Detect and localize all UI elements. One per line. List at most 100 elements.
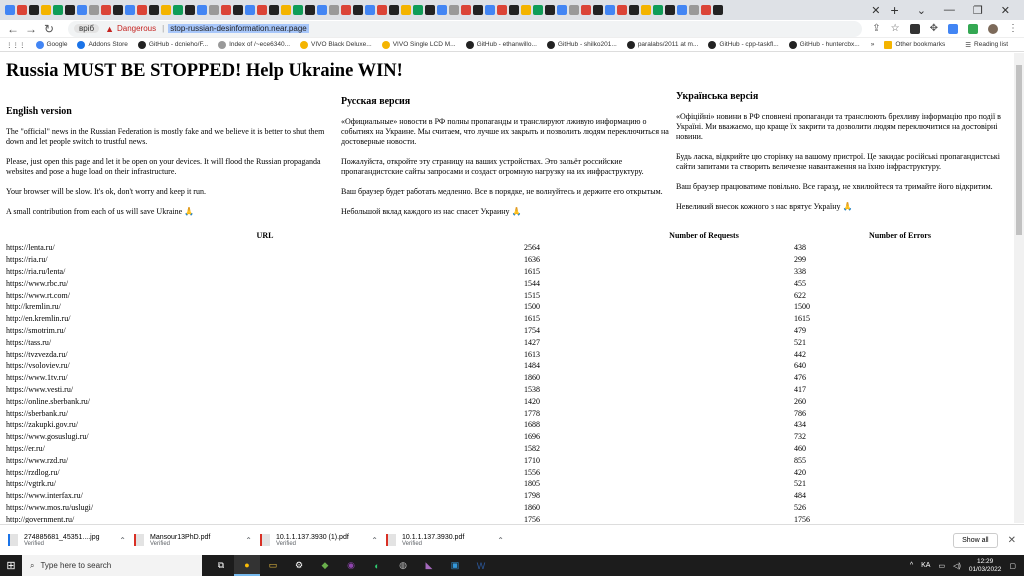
clock[interactable]: 12:29 01/03/2022	[969, 558, 1002, 574]
show-all-button[interactable]: Show all	[953, 532, 998, 548]
tab-favicon-icon[interactable]	[221, 5, 231, 15]
download-item[interactable]: Mansour13PhD.pdf Verified ⌃	[134, 534, 258, 547]
tab-favicon-icon[interactable]	[77, 5, 87, 15]
tab-favicon-icon[interactable]	[197, 5, 207, 15]
settings-icon[interactable]: ⚙	[286, 555, 312, 576]
bookmark-item[interactable]: GitHub - ethanwillo...	[465, 40, 537, 49]
tab-favicon-icon[interactable]	[677, 5, 687, 15]
tab-favicon-icon[interactable]	[401, 5, 411, 15]
bookmark-item[interactable]: Google	[35, 40, 67, 49]
address-bar[interactable]: вріб ▲ Dangerous | stop-russian-desinfor…	[68, 20, 863, 37]
download-item[interactable]: 10.1.1.137.3930 (1).pdf Verified ⌃	[260, 534, 384, 547]
tab-favicon-icon[interactable]	[509, 5, 519, 15]
network-icon[interactable]: ▭	[938, 562, 945, 570]
task-view-icon[interactable]: ⧉	[208, 555, 234, 576]
other-bookmarks[interactable]: Other bookmarks	[884, 40, 945, 49]
share-icon[interactable]: ⇪	[872, 23, 880, 34]
language-indicator[interactable]: KA	[921, 562, 930, 569]
tab-favicon-icon[interactable]	[581, 5, 591, 15]
tab-favicon-icon[interactable]	[449, 5, 459, 15]
tab-favicon-icon[interactable]	[329, 5, 339, 15]
tab-favicon-icon[interactable]	[281, 5, 291, 15]
tab-favicon-icon[interactable]	[653, 5, 663, 15]
edge-icon[interactable]: ◐	[364, 555, 390, 576]
forward-icon[interactable]: →	[24, 22, 38, 36]
tab-favicon-icon[interactable]	[269, 5, 279, 15]
tab-favicon-icon[interactable]	[161, 5, 171, 15]
taskbar-search[interactable]: ⌕ Type here to search	[22, 555, 202, 576]
chevron-up-icon[interactable]: ⌃	[113, 536, 132, 545]
tab-favicon-icon[interactable]	[617, 5, 627, 15]
tab-favicon-icon[interactable]	[353, 5, 363, 15]
bookmark-item[interactable]: VIVO Single LCD M...	[381, 40, 456, 49]
reload-icon[interactable]: ↻	[42, 22, 56, 36]
bookmark-item[interactable]: GitHub - shilko201...	[546, 40, 617, 49]
reading-list[interactable]: ☰ Reading list	[965, 41, 1008, 49]
new-tab-button[interactable]: +	[887, 2, 903, 18]
tab-favicon-icon[interactable]	[173, 5, 183, 15]
chrome-icon[interactable]: ●	[234, 555, 260, 576]
scrollbar-thumb[interactable]	[1016, 65, 1022, 235]
tab-favicon-icon[interactable]	[377, 5, 387, 15]
extension-icon[interactable]	[909, 23, 920, 34]
visual-studio-icon[interactable]: ◣	[416, 555, 442, 576]
tab-favicon-icon[interactable]	[149, 5, 159, 15]
menu-icon[interactable]: ⋮	[1008, 23, 1018, 34]
chevron-down-icon[interactable]: ⌄	[917, 4, 926, 17]
tab-favicon-icon[interactable]	[245, 5, 255, 15]
tab-favicon-icon[interactable]	[413, 5, 423, 15]
tab-favicon-icon[interactable]	[701, 5, 711, 15]
download-item[interactable]: 10.1.1.137.3930.pdf Verified ⌃	[386, 534, 510, 547]
tab-favicon-icon[interactable]	[101, 5, 111, 15]
tab-favicon-icon[interactable]	[17, 5, 27, 15]
word-icon[interactable]: W	[468, 555, 494, 576]
tab-favicon-icon[interactable]	[629, 5, 639, 15]
tab-favicon-icon[interactable]	[53, 5, 63, 15]
app-icon[interactable]: ◉	[338, 555, 364, 576]
close-icon[interactable]: ✕	[1008, 535, 1016, 546]
notification-icon[interactable]: ▢	[1009, 562, 1016, 570]
download-item[interactable]: 274885681_45351....jpg Verified ⌃	[8, 534, 132, 547]
tab-favicon-icon[interactable]	[425, 5, 435, 15]
tab-favicon-icon[interactable]	[89, 5, 99, 15]
tab-favicon-icon[interactable]	[605, 5, 615, 15]
tab-favicon-icon[interactable]	[65, 5, 75, 15]
security-label[interactable]: Dangerous	[117, 24, 156, 33]
tab-favicon-icon[interactable]	[437, 5, 447, 15]
tab-favicon-icon[interactable]	[665, 5, 675, 15]
chevron-right-icon[interactable]: »	[871, 41, 875, 49]
chevron-up-icon[interactable]: ⌃	[239, 536, 258, 545]
tab-favicon-icon[interactable]	[485, 5, 495, 15]
tab-favicon-icon[interactable]	[29, 5, 39, 15]
tab-favicons[interactable]	[4, 0, 865, 20]
bookmark-item[interactable]: Index of /~ece6340...	[218, 40, 290, 49]
tab-favicon-icon[interactable]	[593, 5, 603, 15]
tab-favicon-icon[interactable]	[5, 5, 15, 15]
tab-favicon-icon[interactable]	[341, 5, 351, 15]
minimize-icon[interactable]: —	[944, 4, 955, 17]
tab-favicon-icon[interactable]	[137, 5, 147, 15]
windows-start-icon[interactable]: ⊞	[0, 559, 22, 572]
tab-favicon-icon[interactable]	[209, 5, 219, 15]
tab-favicon-icon[interactable]	[713, 5, 723, 15]
tab-favicon-icon[interactable]	[233, 5, 243, 15]
tab-favicon-icon[interactable]	[113, 5, 123, 15]
tab-favicon-icon[interactable]	[389, 5, 399, 15]
tab-favicon-icon[interactable]	[365, 5, 375, 15]
bookmark-item[interactable]: paralabs/2011 at m...	[626, 40, 698, 49]
tab-favicon-icon[interactable]	[257, 5, 267, 15]
bookmark-star-icon[interactable]: ☆	[891, 23, 900, 34]
tab-favicon-icon[interactable]	[461, 5, 471, 15]
tab-favicon-icon[interactable]	[557, 5, 567, 15]
file-explorer-icon[interactable]: ▭	[260, 555, 286, 576]
bookmark-item[interactable]: GitHub - cpp-taskfl...	[708, 40, 779, 49]
tab-favicon-icon[interactable]	[545, 5, 555, 15]
avatar[interactable]	[988, 23, 998, 34]
shield-icon[interactable]	[968, 23, 978, 34]
tab-favicon-icon[interactable]	[125, 5, 135, 15]
app-icon[interactable]: ◆	[312, 555, 338, 576]
tab-favicon-icon[interactable]	[41, 5, 51, 15]
tab-favicon-icon[interactable]	[293, 5, 303, 15]
tab-favicon-icon[interactable]	[305, 5, 315, 15]
back-icon[interactable]: ←	[6, 22, 20, 36]
